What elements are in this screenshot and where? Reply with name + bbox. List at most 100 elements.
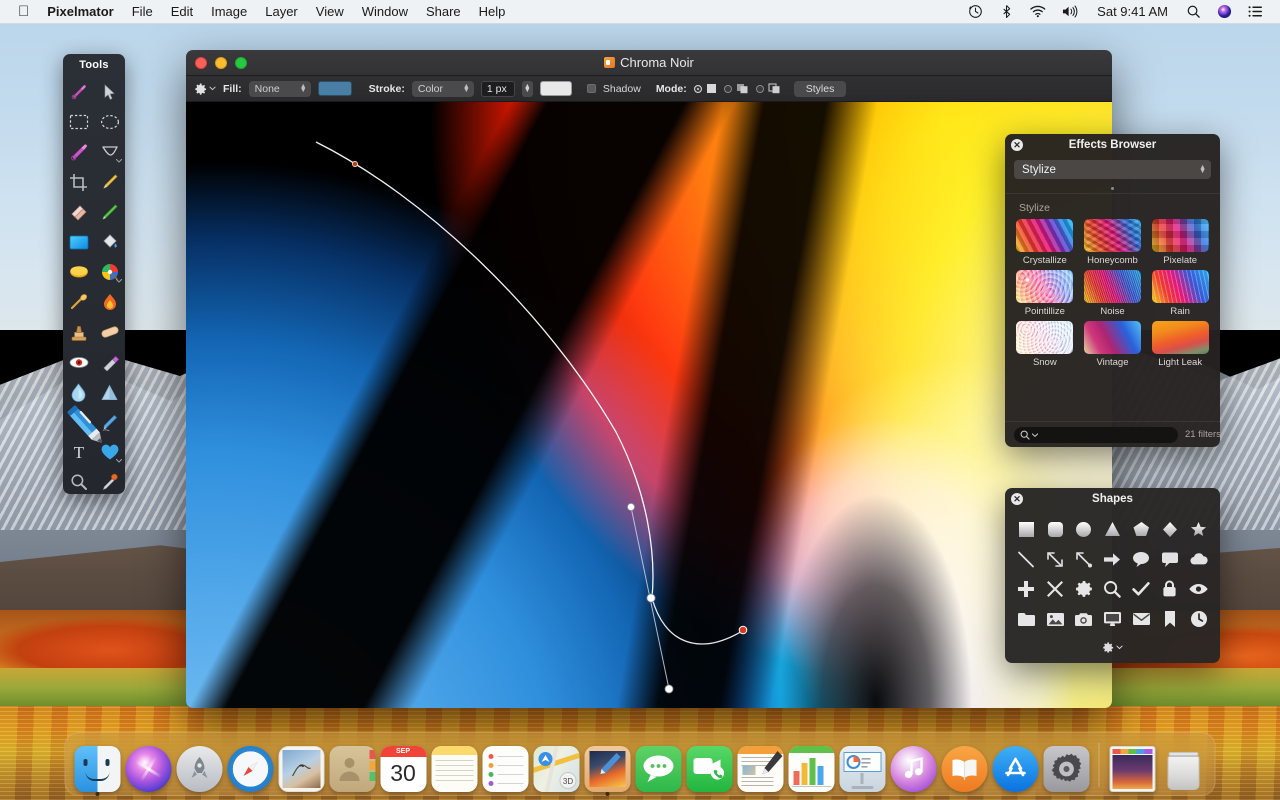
lock-shape[interactable]: [1156, 574, 1185, 604]
menu-item-layer[interactable]: Layer: [256, 2, 307, 21]
dock-item-messages[interactable]: [635, 745, 682, 792]
rectangle-bubble-shape[interactable]: [1156, 544, 1185, 574]
eyedropper-tool[interactable]: [94, 467, 125, 497]
red-eye-tool[interactable]: [63, 347, 94, 377]
zoom-tool[interactable]: [63, 467, 94, 497]
stroke-color-swatch[interactable]: [539, 81, 572, 96]
rectangular-marquee-tool[interactable]: [63, 107, 94, 137]
menu-bar-clock[interactable]: Sat 9:41 AM: [1088, 4, 1177, 19]
tool-options-gear-button[interactable]: [194, 82, 216, 95]
dock-item-reminders[interactable]: [482, 745, 529, 792]
arrow-dot-shape[interactable]: [1069, 544, 1098, 574]
search-input[interactable]: [1040, 429, 1172, 440]
pen-tool[interactable]: [63, 405, 102, 443]
effect-item-rain[interactable]: Rain: [1146, 269, 1214, 318]
dock-item-keynote[interactable]: [839, 745, 886, 792]
menu-app-name[interactable]: Pixelmator: [38, 2, 122, 21]
plus-shape[interactable]: [1012, 574, 1041, 604]
menu-item-edit[interactable]: Edit: [162, 2, 202, 21]
dock-item-app-store[interactable]: [992, 745, 1039, 792]
tool-submenu-chevron-icon[interactable]: [116, 459, 122, 463]
arrow-shape[interactable]: [1098, 544, 1127, 574]
dock-item-notes[interactable]: [431, 745, 478, 792]
diamond-shape[interactable]: [1156, 514, 1185, 544]
line-shape[interactable]: [1012, 544, 1041, 574]
effect-item-vintage[interactable]: Vintage: [1079, 320, 1147, 369]
smudge-tool[interactable]: [94, 347, 125, 377]
close-window-button[interactable]: [195, 56, 207, 69]
spotlight-search-icon[interactable]: [1179, 2, 1208, 22]
stroke-width-stepper[interactable]: ▲ ▼: [521, 80, 533, 97]
dock-item-maps[interactable]: 3D: [533, 745, 580, 792]
fill-select[interactable]: None ▲ ▼: [248, 80, 311, 97]
crop-tool[interactable]: [63, 167, 94, 197]
move-tool[interactable]: [94, 77, 125, 107]
dock-item-mail[interactable]: [278, 745, 325, 792]
dock-item-facetime[interactable]: [686, 745, 733, 792]
color-picker-palette-tool[interactable]: [94, 257, 125, 287]
bookmark-shape[interactable]: [1156, 604, 1185, 634]
effect-item-noise[interactable]: Noise: [1079, 269, 1147, 318]
display-shape[interactable]: [1098, 604, 1127, 634]
chevron-down-icon[interactable]: [209, 86, 216, 91]
stroke-width-input[interactable]: 1 px: [480, 80, 515, 97]
star-shape[interactable]: [1184, 514, 1213, 544]
apple-menu-icon[interactable]: : [9, 3, 38, 20]
photo-shape[interactable]: [1041, 604, 1070, 634]
effects-search-field[interactable]: [1014, 426, 1178, 443]
pencil-tool[interactable]: [94, 197, 125, 227]
magic-wand-tool[interactable]: [63, 77, 94, 107]
speech-bubble-shape[interactable]: [1127, 544, 1156, 574]
search-chevron-down-icon[interactable]: [1032, 432, 1038, 437]
dock-item-finder[interactable]: [74, 745, 121, 796]
square-shape[interactable]: [1012, 514, 1041, 544]
bluetooth-icon[interactable]: [992, 2, 1021, 22]
effect-item-honeycomb[interactable]: Honeycomb: [1079, 218, 1147, 267]
dock-item-launchpad[interactable]: [176, 745, 223, 792]
dock-item-itunes[interactable]: [890, 745, 937, 792]
paint-bucket-tool[interactable]: [94, 227, 125, 257]
dock-item-numbers[interactable]: [788, 745, 835, 792]
stroke-select[interactable]: Color ▲ ▼: [411, 80, 474, 97]
dodge-tool[interactable]: [63, 287, 94, 317]
close-panel-button[interactable]: ✕: [1011, 493, 1023, 505]
effect-item-crystallize[interactable]: Crystallize: [1011, 218, 1079, 267]
slice-tool[interactable]: [94, 167, 125, 197]
wifi-icon[interactable]: [1023, 2, 1053, 22]
menu-item-window[interactable]: Window: [353, 2, 417, 21]
double-arrow-shape[interactable]: [1041, 544, 1070, 574]
burn-tool[interactable]: [94, 287, 125, 317]
pentagon-shape[interactable]: [1127, 514, 1156, 544]
dock-item-ibooks[interactable]: [941, 745, 988, 792]
tool-submenu-chevron-icon[interactable]: [116, 159, 122, 163]
checkmark-shape[interactable]: [1127, 574, 1156, 604]
menu-item-help[interactable]: Help: [470, 2, 515, 21]
mode-radio-union[interactable]: [723, 84, 732, 93]
gradient-fill-tool[interactable]: [63, 227, 94, 257]
elliptical-marquee-tool[interactable]: [94, 107, 125, 137]
effect-item-light-leak[interactable]: Light Leak: [1146, 320, 1214, 369]
dock-item-calendar[interactable]: SEP 30: [380, 745, 427, 792]
cross-shape[interactable]: [1041, 574, 1070, 604]
menu-item-image[interactable]: Image: [202, 2, 256, 21]
chevron-down-icon[interactable]: [1116, 644, 1123, 650]
mode-option-normal[interactable]: [693, 83, 717, 94]
clone-stamp-tool[interactable]: [63, 317, 94, 347]
cloud-shape[interactable]: [1184, 544, 1213, 574]
minimize-window-button[interactable]: [215, 56, 227, 69]
tool-submenu-chevron-icon[interactable]: [116, 279, 122, 283]
effects-category-select[interactable]: Stylize ▲ ▼: [1014, 160, 1211, 179]
camera-shape[interactable]: [1069, 604, 1098, 634]
styles-button[interactable]: Styles: [793, 80, 847, 97]
magnifier-shape[interactable]: [1098, 574, 1127, 604]
dock-item-safari[interactable]: [227, 745, 274, 792]
clock-shape[interactable]: [1184, 604, 1213, 634]
eraser-tool[interactable]: [63, 197, 94, 227]
menu-item-file[interactable]: File: [123, 2, 162, 21]
mode-radio-normal[interactable]: [693, 84, 702, 93]
volume-icon[interactable]: [1055, 2, 1086, 22]
notification-center-icon[interactable]: [1241, 2, 1270, 22]
menu-item-view[interactable]: View: [307, 2, 353, 21]
zoom-window-button[interactable]: [235, 56, 247, 69]
close-panel-button[interactable]: ✕: [1011, 139, 1023, 151]
